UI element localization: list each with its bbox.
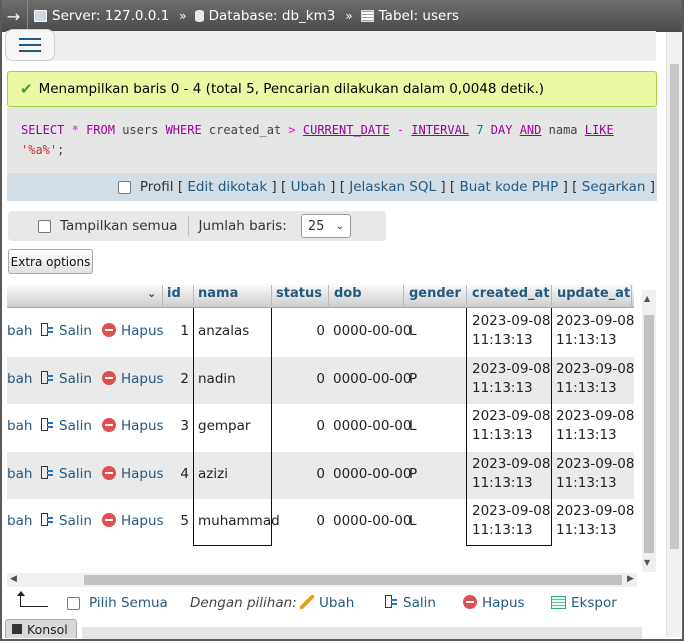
window-frame bbox=[0, 0, 684, 641]
